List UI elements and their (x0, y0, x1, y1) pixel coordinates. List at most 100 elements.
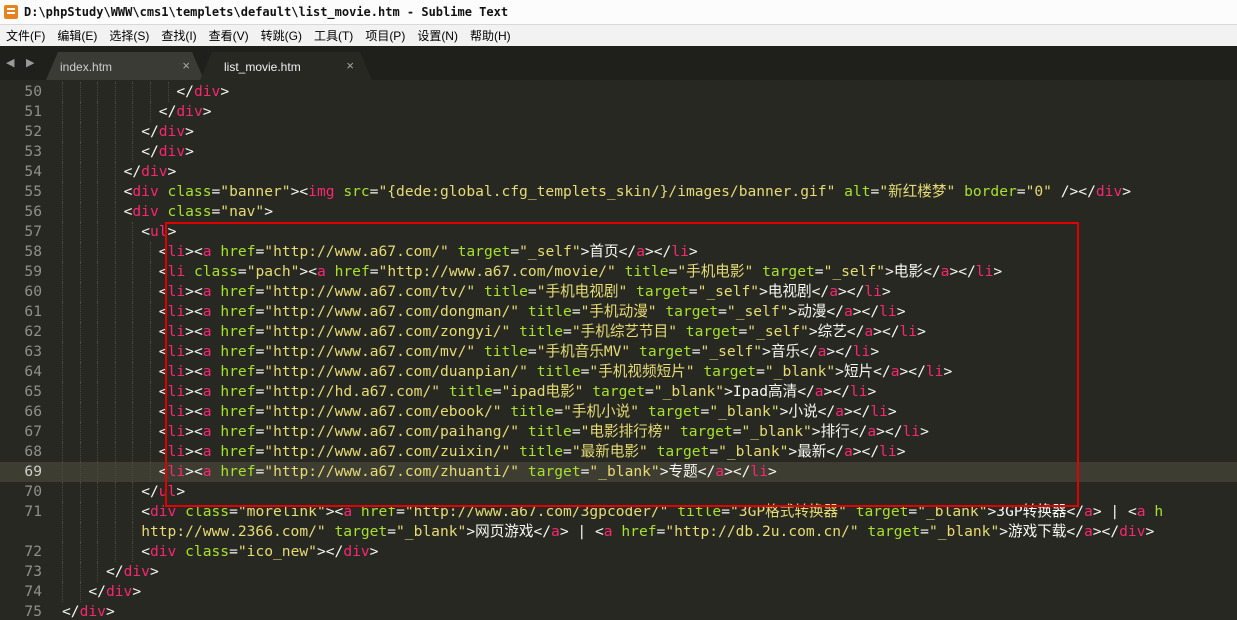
line-number: 65 (24, 383, 42, 400)
code-text: http://www.2366.com/" target="_blank">网页… (141, 522, 1154, 542)
code-line[interactable]: 53 </div> (0, 142, 1237, 162)
code-token: div (105, 583, 133, 600)
close-icon[interactable]: × (346, 58, 354, 73)
menu-item[interactable]: 项目(P) (359, 27, 411, 44)
code-line[interactable]: 75 </div> (0, 602, 1237, 620)
close-icon[interactable]: × (182, 58, 190, 73)
code-token: >首页</ (580, 243, 637, 260)
code-line[interactable]: 63 <li><a href="http://www.a67.com/mv/" t… (0, 342, 1237, 362)
code-token: >网页游戏</ (466, 523, 552, 540)
indent-guide (132, 462, 134, 482)
code-token: "http://www.a67.com/ebook/" (264, 403, 502, 420)
code-token: = (255, 283, 265, 300)
code-token: li (852, 343, 871, 360)
code-line[interactable]: 65 <li><a href="http://hd.a67.com/" title… (0, 382, 1237, 402)
code-token: div (132, 203, 159, 220)
code-token: = (718, 303, 727, 320)
menu-item[interactable]: 选择(S) (103, 27, 155, 44)
menu-item[interactable]: 帮助(H) (464, 27, 517, 44)
code-token: >短片</ (835, 363, 891, 380)
line-number: 69 (24, 463, 42, 480)
code-token: ></ (1092, 523, 1120, 540)
code-text: </ul> (141, 482, 185, 502)
code-line[interactable]: 69 <li><a href="http://www.a67.com/zhuant… (0, 462, 1237, 482)
menu-item[interactable]: 查找(I) (155, 27, 202, 44)
code-line[interactable]: 51 </div> (0, 102, 1237, 122)
code-line[interactable]: 64 <li><a href="http://www.a67.com/duanpi… (0, 362, 1237, 382)
code-token: li (167, 443, 186, 460)
menu-item[interactable]: 文件(F) (0, 27, 51, 44)
code-line[interactable]: 50 </div> (0, 82, 1237, 102)
indent-guide (79, 282, 81, 302)
code-line[interactable]: 67 <li><a href="http://www.a67.com/paihan… (0, 422, 1237, 442)
code-line[interactable]: 72 <div class="ico_new"></div> (0, 542, 1237, 562)
line-number: 75 (24, 603, 42, 620)
indent-guide (97, 442, 99, 462)
indent-guide (132, 382, 134, 402)
indent-guide (97, 182, 99, 202)
code-line[interactable]: 56 <div class="nav"> (0, 202, 1237, 222)
code-token: > (167, 163, 177, 180)
tab-nav-arrows-icon[interactable]: ◀ ▶ (6, 56, 38, 69)
code-token: "_blank" (741, 423, 812, 440)
code-token: > (993, 263, 1003, 280)
code-line[interactable]: 70 </ul> (0, 482, 1237, 502)
indent-guide (97, 502, 99, 522)
code-token: "_blank" (917, 503, 988, 520)
code-line[interactable]: 54 </div> (0, 162, 1237, 182)
code-token: "{dede:global.cfg_templets_skin/}/images… (378, 183, 836, 200)
line-number: 73 (24, 563, 42, 580)
menu-item[interactable]: 设置(N) (411, 27, 464, 44)
code-token: li (879, 443, 897, 460)
code-token: href (220, 403, 256, 420)
menu-item[interactable]: 查看(V) (203, 27, 255, 44)
indent-guide (132, 362, 134, 382)
code-line[interactable]: 57 <ul> (0, 222, 1237, 242)
code-line[interactable]: 73 </div> (0, 562, 1237, 582)
code-line[interactable]: 59 <li class="pach"><a href="http://www.a… (0, 262, 1237, 282)
code-token: title (448, 383, 493, 400)
code-text: </div> (176, 82, 229, 102)
indent-guide (79, 262, 81, 282)
code-line[interactable]: 60 <li><a href="http://www.a67.com/tv/" t… (0, 282, 1237, 302)
code-line[interactable]: 71 <div class="morelink"><a href="http://… (0, 502, 1237, 522)
indent-guide (97, 362, 99, 382)
menu-item[interactable]: 转跳(G) (255, 27, 308, 44)
code-line[interactable]: http://www.2366.com/" target="_blank">网页… (0, 522, 1237, 542)
code-token: "0" (1025, 183, 1052, 200)
code-token: >< (185, 443, 203, 460)
indent-guide (132, 542, 134, 562)
code-token: target (665, 303, 719, 320)
code-token: "nav" (220, 203, 265, 220)
code-line[interactable]: 52 </div> (0, 122, 1237, 142)
code-line[interactable]: 68 <li><a href="http://www.a67.com/zuixin… (0, 442, 1237, 462)
code-text: <li><a href="http://www.a67.com/zuixin/"… (159, 442, 906, 462)
code-token: div (123, 563, 150, 580)
code-editor[interactable]: 50 </div> 51 </div> 52 </div> 53 </div> 54 </div>… (0, 80, 1237, 620)
code-token: li (167, 323, 186, 340)
indent-guide (114, 522, 116, 542)
menu-item[interactable]: 编辑(E) (51, 27, 103, 44)
indent-guide (97, 142, 99, 162)
indent-guide (79, 502, 81, 522)
code-token: = (255, 363, 265, 380)
code-line[interactable]: 58 <li><a href="http://www.a67.com/" targ… (0, 242, 1237, 262)
code-line[interactable]: 66 <li><a href="http://www.a67.com/ebook/… (0, 402, 1237, 422)
code-line[interactable]: 74 </div> (0, 582, 1237, 602)
code-line[interactable]: 55 <div class="banner"><img src="{dede:gl… (0, 182, 1237, 202)
indent-guide (114, 382, 116, 402)
code-token: ></ (316, 543, 344, 560)
code-line[interactable]: 62 <li><a href="http://www.a67.com/zongyi… (0, 322, 1237, 342)
code-token: title (624, 263, 669, 280)
code-line[interactable]: 61 <li><a href="http://www.a67.com/dongma… (0, 302, 1237, 322)
indent-guide (79, 522, 81, 542)
code-token: ></ (843, 403, 871, 420)
code-token: = (688, 283, 698, 300)
tab-index-htm[interactable]: index.htm × (46, 52, 204, 80)
code-token: div (343, 543, 370, 560)
tab-list-movie-htm[interactable]: list_movie.htm × (200, 52, 372, 80)
menu-item[interactable]: 工具(T) (308, 27, 359, 44)
